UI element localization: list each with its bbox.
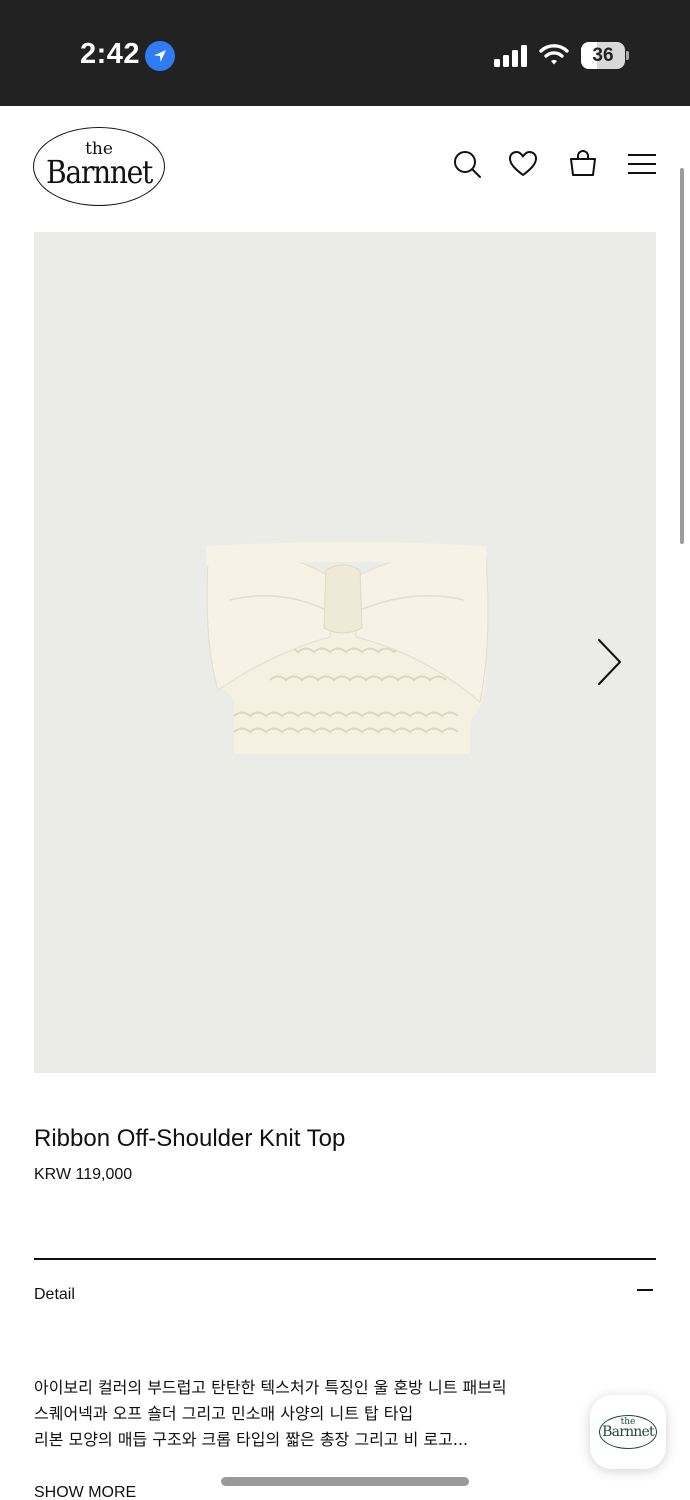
wifi-icon — [539, 44, 569, 65]
section-divider — [34, 1258, 656, 1260]
heart-icon[interactable] — [507, 148, 539, 180]
status-bar: 2:42 36 — [0, 0, 690, 106]
product-description: 아이보리 컬러의 부드럽고 탄탄한 텍스처가 특징인 울 혼방 니트 패브릭 스… — [34, 1375, 594, 1453]
minus-icon[interactable] — [637, 1289, 653, 1291]
floating-brand-button[interactable]: the Barnnet — [590, 1395, 666, 1469]
chevron-right-icon[interactable] — [594, 636, 626, 688]
badge-main-text: Barnnet — [602, 1424, 654, 1440]
description-line: 스퀘어넥과 오프 숄더 그리고 민소매 사양의 니트 탑 타입 — [34, 1404, 414, 1423]
battery-icon: 36 — [581, 42, 629, 69]
search-icon[interactable] — [451, 148, 483, 180]
product-price: KRW 119,000 — [34, 1166, 133, 1183]
description-line: 리본 모양의 매듭 구조와 크롭 타입의 짧은 총장 그리고 비 로고... — [34, 1430, 469, 1449]
status-time: 2:42 — [80, 38, 141, 70]
location-arrow-icon — [145, 41, 175, 71]
shopping-bag-icon[interactable] — [567, 148, 599, 180]
logo-main-text: Barnnet — [46, 153, 153, 191]
battery-level: 36 — [592, 45, 614, 66]
detail-section-label[interactable]: Detail — [34, 1286, 75, 1304]
menu-icon[interactable] — [626, 148, 658, 180]
scrollbar-thumb[interactable] — [680, 168, 684, 544]
description-line: 아이보리 컬러의 부드럽고 탄탄한 텍스처가 특징인 울 혼방 니트 패브릭 — [34, 1378, 507, 1397]
show-more-link[interactable]: SHOW MORE — [34, 1484, 136, 1500]
product-title: Ribbon Off-Shoulder Knit Top — [34, 1125, 346, 1152]
cellular-signal-icon — [494, 45, 528, 67]
knit-top-illustration — [206, 542, 489, 754]
brand-logo[interactable]: the Barnnet — [33, 127, 165, 206]
home-indicator[interactable] — [221, 1477, 469, 1486]
product-image[interactable] — [34, 232, 656, 1073]
